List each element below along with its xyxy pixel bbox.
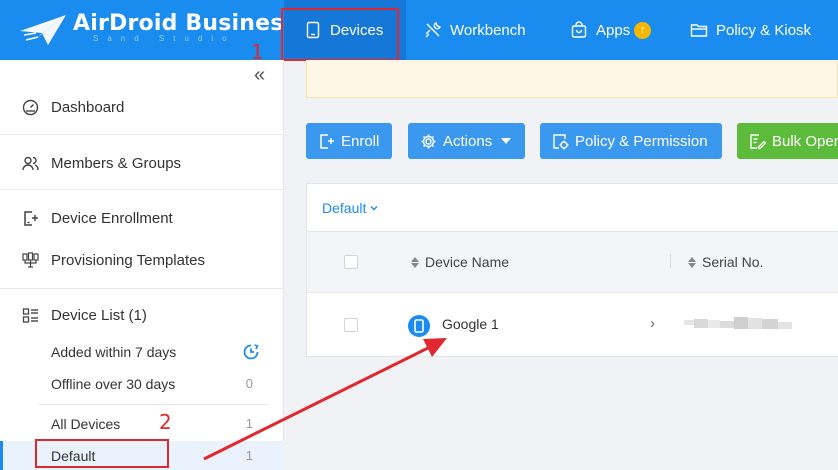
- notice-banner: [306, 60, 838, 98]
- column-header-label: Device Name: [425, 254, 510, 270]
- group-selector-label: Default: [322, 200, 367, 216]
- chevron-down-icon: [370, 206, 378, 211]
- template-icon: [22, 251, 39, 269]
- device-table-panel: Default Device Name Serial No. Google 1 …: [306, 183, 838, 357]
- shopping-bag-icon: [570, 21, 588, 39]
- tab-policy-kiosk-label: Policy & Kiosk: [716, 21, 812, 39]
- device-name-link[interactable]: Google 1: [442, 316, 499, 332]
- device-list-item-label: Offline over 30 days: [51, 376, 176, 392]
- device-list-added-7-days[interactable]: Added within 7 days: [0, 337, 284, 367]
- row-checkbox[interactable]: [344, 318, 358, 332]
- sort-icon: [688, 256, 696, 268]
- folder-icon: [690, 21, 708, 39]
- sidebar-item-label: Provisioning Templates: [51, 251, 205, 269]
- sidebar-item-label: Dashboard: [51, 98, 125, 116]
- device-list-offline-30-days[interactable]: Offline over 30 days 0: [0, 369, 284, 399]
- sidebar-item-members-groups[interactable]: Members & Groups: [0, 152, 284, 174]
- chevron-right-icon[interactable]: ›: [650, 315, 655, 332]
- group-selector-dropdown[interactable]: Default: [322, 200, 379, 216]
- tab-policy-kiosk[interactable]: Policy & Kiosk: [690, 0, 811, 60]
- column-header-label: Serial No.: [702, 254, 764, 270]
- upgrade-arrow-icon: ↑: [634, 21, 652, 39]
- tab-apps-label: Apps: [596, 21, 631, 39]
- sidebar-item-label: Device List (1): [51, 306, 147, 324]
- collapse-sidebar-icon[interactable]: «: [254, 65, 265, 85]
- top-nav-bar: AirDroid Business Sand Studio Devices Wo…: [0, 0, 838, 60]
- bulk-operations-label: Bulk Operations: [772, 132, 838, 150]
- device-count: 1: [245, 416, 253, 431]
- android-device-icon: [408, 315, 430, 337]
- bulk-operations-button[interactable]: Bulk Operations: [737, 123, 838, 159]
- sort-icon: [411, 256, 419, 268]
- enroll-button[interactable]: Enroll: [306, 123, 392, 159]
- serial-number-redacted: [684, 315, 794, 333]
- sidebar: « Dashboard Members & Groups Device Enro…: [0, 60, 284, 470]
- column-header-serial-no[interactable]: Serial No.: [688, 254, 763, 270]
- paper-plane-icon: [20, 15, 66, 45]
- annotation-box-devices-tab: [281, 8, 399, 61]
- actions-dropdown-button[interactable]: Actions: [408, 123, 525, 159]
- sidebar-divider: [0, 134, 284, 135]
- gear-icon: [420, 133, 437, 150]
- tab-workbench-label: Workbench: [450, 21, 526, 39]
- tab-apps[interactable]: Apps ↑: [570, 0, 652, 60]
- clock-refresh-icon: [242, 343, 260, 361]
- table-row[interactable]: Google 1 ›: [307, 293, 838, 357]
- policy-permission-label: Policy & Permission: [575, 132, 708, 150]
- device-add-icon: [318, 133, 335, 150]
- airdroid-logo[interactable]: AirDroid Business Sand Studio: [18, 8, 297, 52]
- sidebar-item-device-enrollment[interactable]: Device Enrollment: [0, 207, 284, 229]
- sidebar-item-label: Members & Groups: [51, 154, 182, 172]
- device-list-item-label: Added within 7 days: [51, 344, 177, 360]
- actions-button-label: Actions: [443, 132, 493, 150]
- select-all-checkbox[interactable]: [344, 255, 358, 269]
- enroll-button-label: Enroll: [341, 132, 380, 150]
- annotation-step-2: 2: [159, 410, 172, 434]
- chevron-down-icon: [501, 138, 512, 144]
- table-header: Device Name Serial No.: [307, 231, 838, 293]
- policy-icon: [552, 133, 569, 150]
- sidebar-item-dashboard[interactable]: Dashboard: [0, 96, 284, 118]
- device-add-icon: [22, 210, 39, 227]
- sidebar-item-device-list[interactable]: Device List (1): [0, 304, 284, 326]
- list-icon: [22, 307, 39, 324]
- device-list-item-label: All Devices: [51, 416, 121, 432]
- people-icon: [22, 155, 39, 172]
- column-header-device-name[interactable]: Device Name: [411, 254, 509, 270]
- sidebar-item-label: Device Enrollment: [51, 209, 173, 227]
- sidebar-divider: [38, 404, 270, 405]
- sidebar-divider: [0, 288, 284, 289]
- device-count: 1: [245, 448, 253, 463]
- sidebar-item-provisioning-templates[interactable]: Provisioning Templates: [0, 249, 284, 271]
- policy-permission-button[interactable]: Policy & Permission: [540, 123, 722, 159]
- device-count: 0: [245, 376, 253, 391]
- sidebar-divider: [0, 189, 284, 190]
- brand-name: AirDroid Business: [73, 11, 297, 36]
- tab-workbench[interactable]: Workbench: [424, 0, 526, 60]
- gauge-icon: [22, 99, 39, 116]
- column-divider: [670, 254, 671, 268]
- annotation-box-default-group: [35, 439, 169, 468]
- edit-list-icon: [749, 133, 766, 150]
- device-list-all-devices[interactable]: All Devices 1: [0, 409, 284, 439]
- tools-icon: [424, 21, 442, 39]
